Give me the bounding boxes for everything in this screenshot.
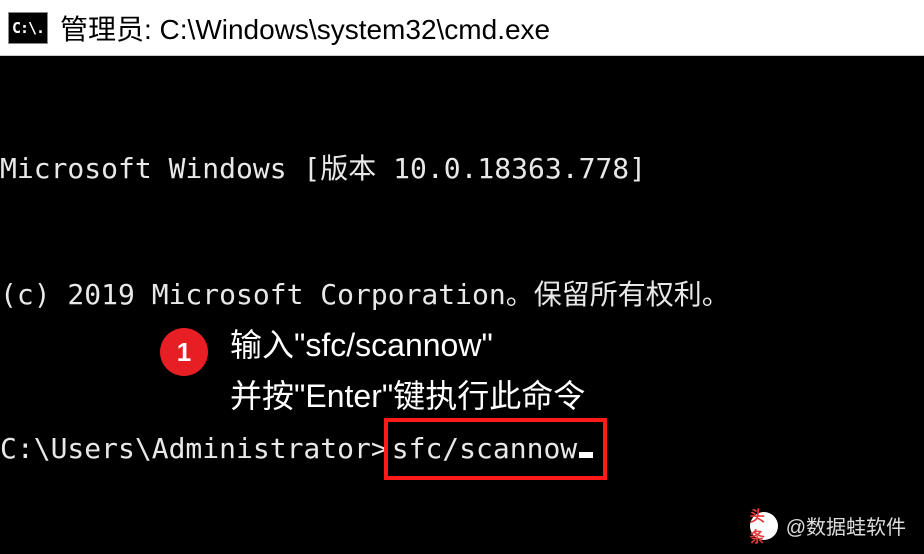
console-command[interactable]: sfc/scannow <box>392 432 577 465</box>
watermark-text: @数据蛙软件 <box>786 511 906 540</box>
console-prompt: C:\Users\Administrator> <box>0 428 388 470</box>
watermark: 头条 @数据蛙软件 <box>750 511 906 540</box>
window-title: 管理员: C:\Windows\system32\cmd.exe <box>60 8 550 48</box>
instruction-text: 输入"sfc/scannow" 并按"Enter"键执行此命令 <box>230 320 585 422</box>
command-highlight-box: sfc/scannow <box>384 418 607 480</box>
step-number-badge: 1 <box>160 328 208 376</box>
instruction-annotation: 1 输入"sfc/scannow" 并按"Enter"键执行此命令 <box>160 320 585 422</box>
text-cursor <box>579 452 593 458</box>
console-copyright-line: (c) 2019 Microsoft Corporation。保留所有权利。 <box>0 274 924 316</box>
window-title-bar: C:\. 管理员: C:\Windows\system32\cmd.exe <box>0 0 924 56</box>
watermark-logo-icon: 头条 <box>750 512 778 540</box>
cmd-icon: C:\. <box>8 12 48 44</box>
console-version-line: Microsoft Windows [版本 10.0.18363.778] <box>0 148 924 190</box>
instruction-line-1: 输入"sfc/scannow" <box>230 320 585 371</box>
console-prompt-line[interactable]: C:\Users\Administrator>sfc/scannow <box>0 418 924 480</box>
instruction-line-2: 并按"Enter"键执行此命令 <box>230 371 585 422</box>
console-output[interactable]: Microsoft Windows [版本 10.0.18363.778] (c… <box>0 56 924 522</box>
